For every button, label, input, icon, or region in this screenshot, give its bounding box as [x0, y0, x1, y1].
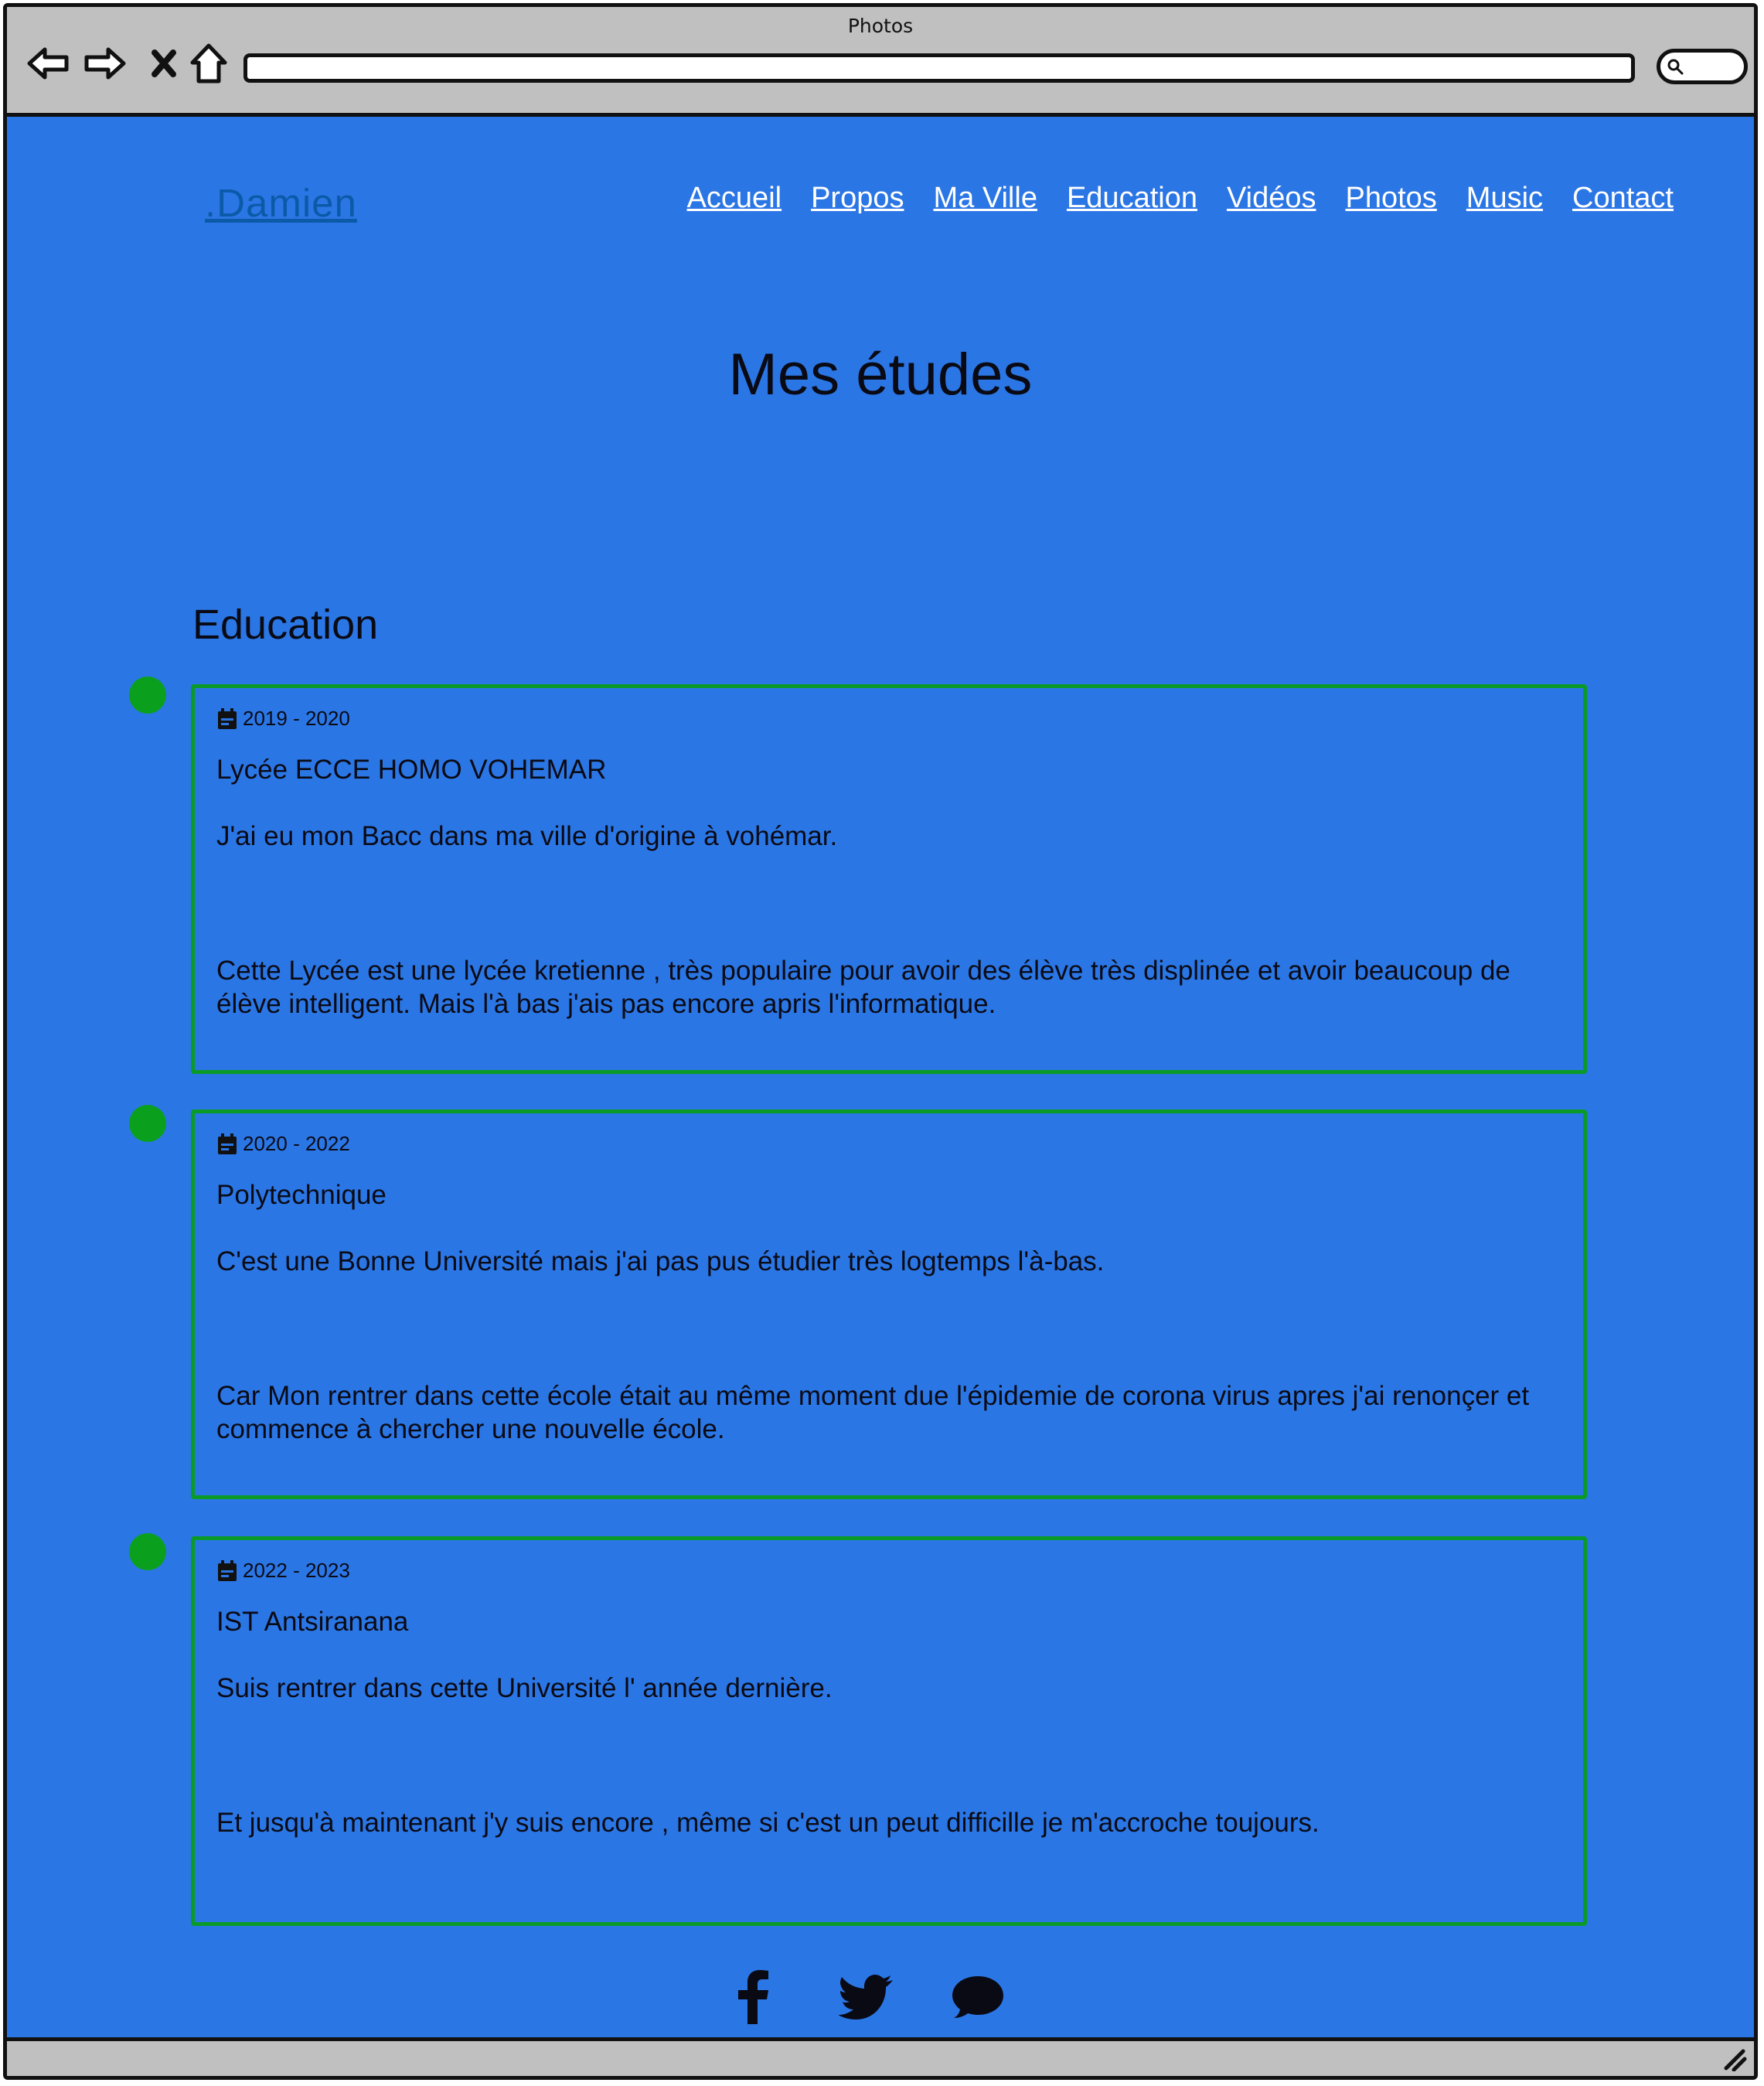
nav-link-contact[interactable]: Contact	[1572, 182, 1674, 215]
timeline-dot	[129, 1105, 166, 1142]
timeline-dot	[129, 1533, 166, 1570]
window-title: Photos	[847, 15, 914, 37]
browser-window: Photos .Damien Accueil Propos Ma Ville E…	[3, 3, 1758, 2080]
browser-chrome: Photos	[7, 7, 1754, 117]
education-card: 2022 - 2023 IST Antsiranana Suis rentrer…	[191, 1536, 1587, 1926]
nav-link-videos[interactable]: Vidéos	[1227, 182, 1316, 215]
entry-school: IST Antsiranana	[216, 1607, 409, 1637]
calendar-icon	[218, 707, 237, 729]
nav-link-propos[interactable]: Propos	[811, 182, 904, 215]
twitter-link[interactable]	[835, 1966, 897, 2028]
home-button[interactable]	[186, 41, 231, 86]
search-icon	[1667, 59, 1684, 75]
education-card: 2020 - 2022 Polytechnique C'est une Bonn…	[191, 1109, 1587, 1499]
chat-icon	[952, 1976, 1003, 2018]
main-nav: Accueil Propos Ma Ville Education Vidéos…	[687, 182, 1674, 215]
timeline-dot	[129, 677, 166, 714]
entry-details: Et jusqu'à maintenant j'y suis encore , …	[216, 1808, 1320, 1838]
date-row: 2019 - 2020	[216, 707, 350, 731]
site-brand-link[interactable]: .Damien	[205, 180, 357, 226]
date-row: 2020 - 2022	[216, 1132, 350, 1156]
page-title: Mes études	[728, 342, 1033, 407]
forward-button[interactable]	[83, 41, 128, 86]
page-viewport: .Damien Accueil Propos Ma Ville Educatio…	[7, 117, 1754, 2048]
entry-years: 2022 - 2023	[243, 1559, 350, 1582]
nav-link-ma-ville[interactable]: Ma Ville	[933, 182, 1037, 215]
forward-arrow-icon	[84, 47, 126, 80]
facebook-icon	[738, 1970, 768, 2024]
entry-summary: J'ai eu mon Bacc dans ma ville d'origine…	[216, 821, 838, 851]
status-bar	[7, 2037, 1754, 2076]
nav-link-accueil[interactable]: Accueil	[687, 182, 782, 215]
browser-search-field[interactable]	[1657, 49, 1748, 84]
education-card: 2019 - 2020 Lycée ECCE HOMO VOHEMAR J'ai…	[191, 684, 1587, 1074]
entry-school: Polytechnique	[216, 1180, 387, 1210]
facebook-link[interactable]	[721, 1966, 783, 2028]
twitter-icon	[839, 1975, 893, 2020]
entry-years: 2019 - 2020	[243, 707, 350, 730]
entry-school: Lycée ECCE HOMO VOHEMAR	[216, 755, 607, 785]
stop-button[interactable]	[141, 41, 186, 86]
chat-link[interactable]	[947, 1966, 1009, 2028]
resize-grip-icon[interactable]	[1721, 2048, 1748, 2071]
entry-summary: C'est une Bonne Université mais j'ai pas…	[216, 1246, 1105, 1276]
nav-link-education[interactable]: Education	[1067, 182, 1197, 215]
address-bar[interactable]	[243, 53, 1635, 83]
entry-details: Car Mon rentrer dans cette école était a…	[216, 1381, 1530, 1444]
home-icon	[190, 43, 227, 84]
entry-summary: Suis rentrer dans cette Université l' an…	[216, 1673, 833, 1703]
close-icon	[152, 49, 176, 77]
back-button[interactable]	[26, 41, 70, 86]
entry-years: 2020 - 2022	[243, 1132, 350, 1155]
section-title: Education	[192, 602, 379, 648]
nav-link-music[interactable]: Music	[1466, 182, 1543, 215]
calendar-icon	[218, 1559, 237, 1581]
nav-link-photos[interactable]: Photos	[1345, 182, 1436, 215]
calendar-icon	[218, 1133, 237, 1154]
back-arrow-icon	[27, 47, 69, 80]
entry-details: Cette Lycée est une lycée kretienne , tr…	[216, 956, 1510, 1019]
date-row: 2022 - 2023	[216, 1559, 350, 1583]
